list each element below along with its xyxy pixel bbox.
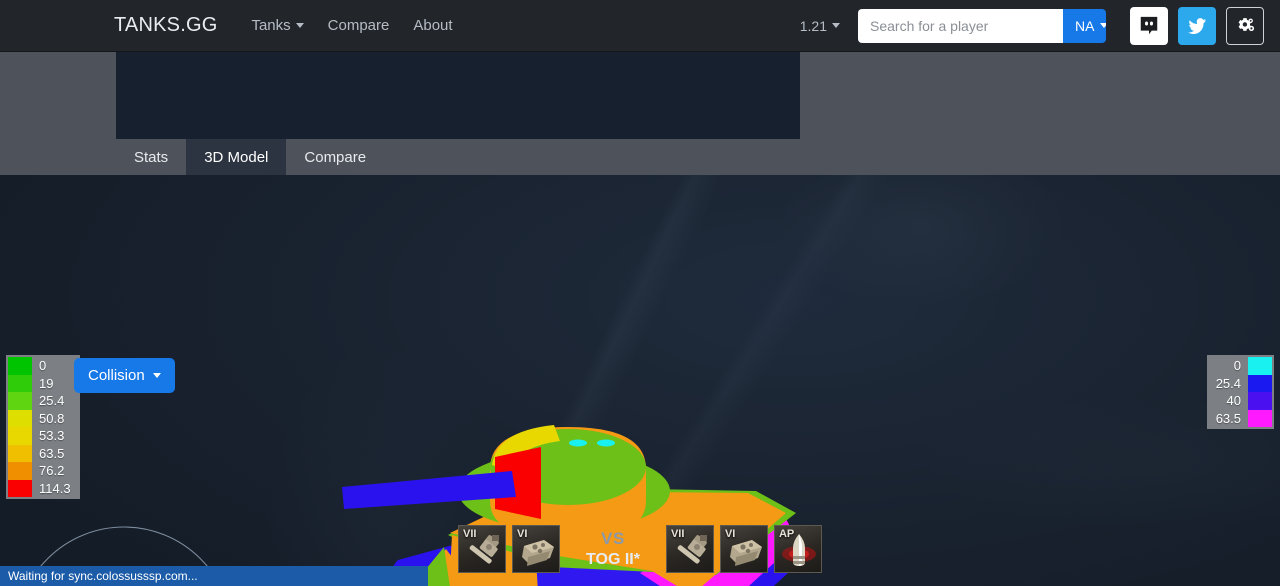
legend-swatch [1248,409,1272,427]
enemy-gun-module[interactable]: VII [665,525,714,573]
model-hatch-cyan-2 [597,439,615,447]
versus-label: VS [601,529,625,549]
penetration-legend-values: 0 25.4 40 63.5 [1209,357,1248,427]
legend-swatch [8,392,32,410]
status-text: Waiting for sync.colossusssp.com... [8,569,198,583]
penetration-legend: 0 25.4 40 63.5 [1206,355,1274,429]
legend-swatch [8,374,32,392]
enemy-shell-module[interactable]: AP [773,525,822,573]
opponent-tank-name[interactable]: TOG II* [586,550,640,570]
own-turret-tier: VI [517,528,528,540]
tab-3d-model[interactable]: 3D Model [186,139,287,175]
browser-status-bar: Waiting for sync.colossusssp.com... [0,566,428,586]
legend-value: 19 [39,375,54,391]
chevron-down-icon [295,23,304,28]
nav-item-tanks-label: Tanks [251,17,291,34]
page-body: Stats 3D Model Compare 0 19 25.4 50.8 53… [0,52,1280,586]
legend-value: 25.4 [39,393,65,409]
legend-swatch [1248,374,1272,392]
tank-header-panel [116,52,800,139]
enemy-turret-module[interactable]: VI [719,525,768,573]
nav-item-tanks[interactable]: Tanks [241,11,313,40]
settings-button[interactable] [1226,6,1264,45]
enemy-shell-type: AP [778,528,795,540]
version-label: 1.21 [799,17,827,34]
own-gun-module[interactable]: VII [458,525,507,573]
chevron-down-icon [152,373,161,378]
settings-gears-icon [1238,17,1255,31]
top-navbar: TANKS.GG Tanks Compare About 1.21 NA [0,0,1280,52]
legend-swatch [1248,392,1272,410]
legend-value: 40 [1226,393,1241,409]
legend-value: 25.4 [1215,375,1241,391]
legend-value: 53.3 [39,428,65,444]
legend-value: 0 [1233,358,1241,374]
enemy-gun-tier: VII [670,528,685,540]
enemy-turret-tier: VI [724,528,736,540]
armour-legend-swatches [8,357,32,497]
chevron-down-icon [1100,23,1106,28]
own-gun-tier: VII [463,528,477,540]
page-root: TANKS.GG Tanks Compare About 1.21 NA [0,0,1280,586]
legend-value: 76.2 [39,463,65,479]
site-logo[interactable]: TANKS.GG [114,14,217,37]
twitter-icon [1187,17,1207,34]
content-tabs: Stats 3D Model Compare [116,139,384,175]
legend-swatch [8,462,32,480]
legend-value: 114.3 [39,480,71,496]
legend-swatch [1248,357,1272,375]
legend-value: 63.5 [39,445,65,461]
armour-legend-values: 0 19 25.4 50.8 53.3 63.5 76.2 114.3 [32,357,78,497]
navbar-right-group: 1.21 NA [800,6,1280,45]
legend-value: 0 [39,358,47,374]
model-viewport[interactable]: 0 19 25.4 50.8 53.3 63.5 76.2 114.3 0 25… [0,175,1280,586]
discord-link-button[interactable] [1130,6,1168,45]
own-turret-module[interactable]: VI [512,525,561,573]
discord-icon [1140,16,1158,34]
enemy-module-group: VII VI AP [665,525,822,573]
nav-item-about[interactable]: About [403,11,462,40]
versus-block: VS TOG II* [586,528,640,569]
tab-stats[interactable]: Stats [116,139,186,175]
legend-swatch [8,357,32,375]
region-selector[interactable]: NA [1063,8,1106,43]
legend-swatch [8,444,32,462]
player-search: NA [858,8,1106,43]
region-label: NA [1075,17,1095,34]
legend-value: 50.8 [39,410,65,426]
twitter-link-button[interactable] [1178,6,1216,45]
legend-swatch [8,409,32,427]
main-nav: Tanks Compare About [241,11,462,40]
tab-compare[interactable]: Compare [286,139,384,175]
version-selector[interactable]: 1.21 [800,18,840,34]
legend-value: 63.5 [1215,410,1241,426]
search-input[interactable] [858,8,1063,43]
legend-swatch [8,427,32,445]
own-module-group: VII VI [458,525,561,573]
armour-thickness-legend: 0 19 25.4 50.8 53.3 63.5 76.2 114.3 [6,355,80,499]
penetration-legend-swatches [1248,357,1272,427]
chevron-down-icon [832,23,840,28]
nav-item-compare[interactable]: Compare [318,11,400,40]
model-hatch-cyan-1 [569,439,587,447]
view-mode-label: Collision [88,367,145,384]
legend-swatch [8,479,32,497]
view-mode-dropdown[interactable]: Collision [74,358,175,393]
